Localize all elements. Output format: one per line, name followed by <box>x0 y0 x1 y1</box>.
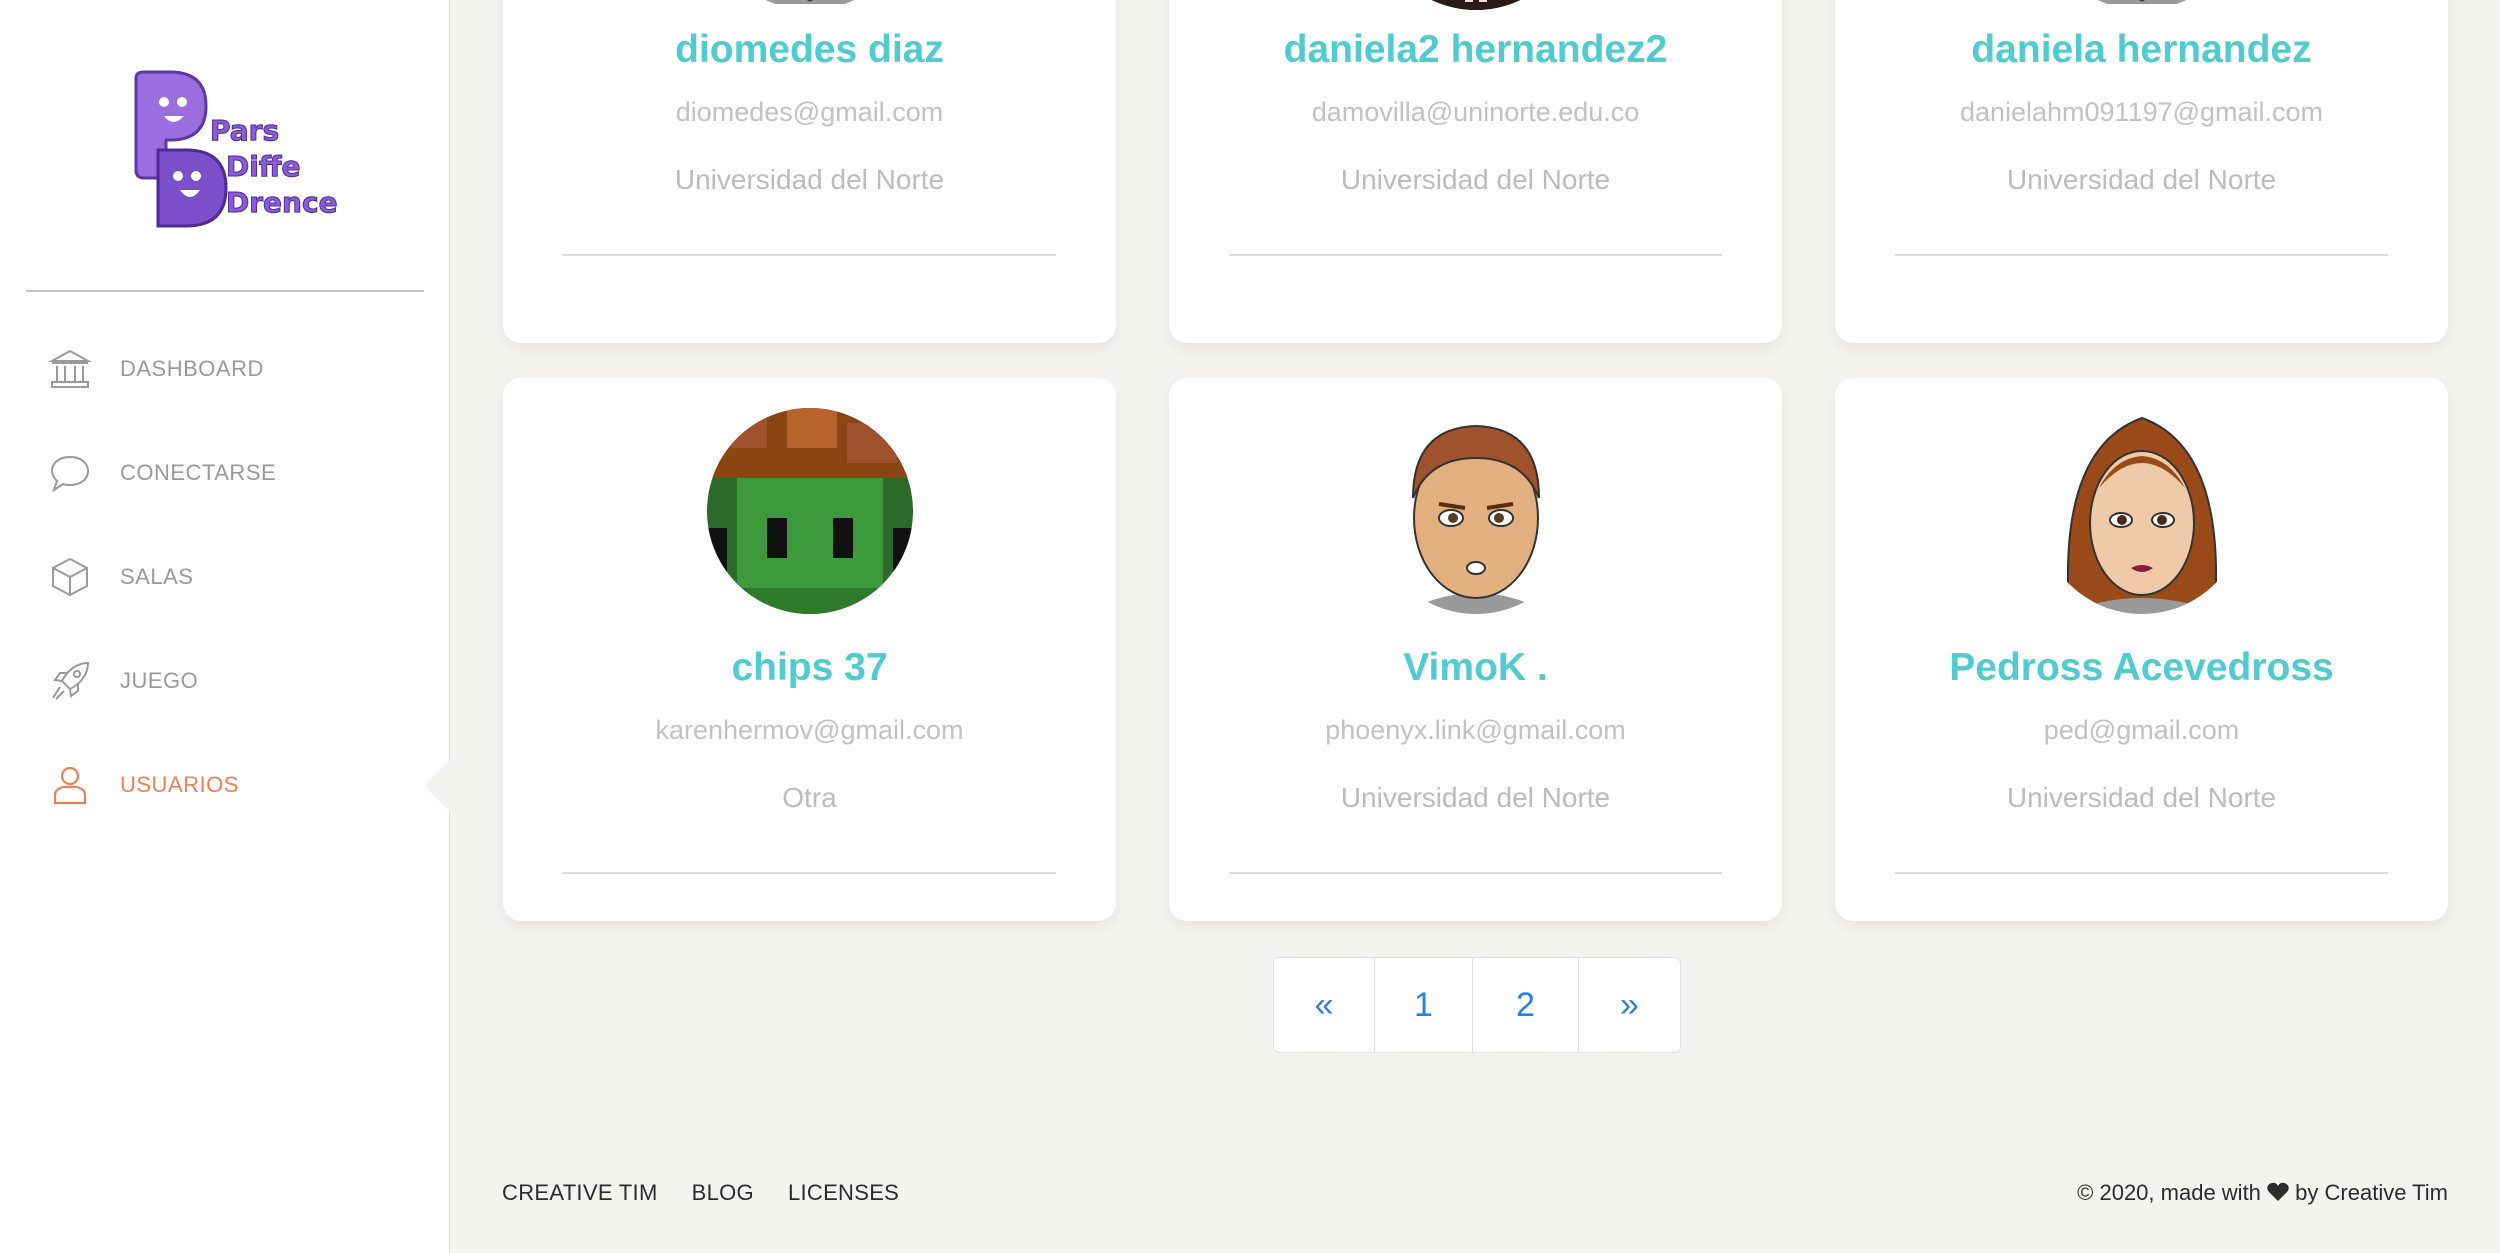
card-divider <box>1895 872 2388 874</box>
user-email: danielahm091197@gmail.com <box>1959 97 2324 127</box>
card-divider <box>563 254 1056 256</box>
user-organization: Otra <box>782 782 837 813</box>
user-card: VimoK . phoenyx.link@gmail.com Universid… <box>1169 378 1782 921</box>
user-organization: Universidad del Norte <box>2006 164 2277 195</box>
pixel-goblin-avatar <box>706 408 913 614</box>
user-card: daniela hernandez danielahm091197@gmail.… <box>1835 0 2448 343</box>
user-card: diomedes diaz diomedes@gmail.com Univers… <box>503 0 1116 343</box>
user-name: daniela hernandez <box>1971 28 2312 71</box>
cartoon-man-avatar <box>2038 0 2245 10</box>
user-name: diomedes diaz <box>675 28 944 71</box>
footer-nav: CREATIVE TIM BLOG LICENSES <box>502 1180 899 1206</box>
sidebar-item-label: JUEGO <box>120 668 199 693</box>
user-name: VimoK . <box>1403 646 1548 689</box>
footer-link-licenses[interactable]: LICENSES <box>788 1180 899 1206</box>
user-name: chips 37 <box>731 646 888 689</box>
logo-text-diffe: Diffe <box>226 150 301 183</box>
bank-icon <box>46 345 94 393</box>
user-name: Pedross Acevedross <box>1949 646 2334 689</box>
user-name: daniela2 hernandez2 <box>1283 28 1668 71</box>
card-divider <box>1895 254 2388 256</box>
user-organization: Universidad del Norte <box>2006 782 2277 813</box>
sidebar-divider <box>26 290 424 292</box>
user-email: phoenyx.link@gmail.com <box>1325 715 1626 745</box>
card-divider <box>563 872 1056 874</box>
sidebar-item-salas[interactable]: SALAS <box>46 547 193 607</box>
footer-link-creative-tim[interactable]: CREATIVE TIM <box>502 1180 658 1206</box>
user-organization: Universidad del Norte <box>674 164 945 195</box>
pagination-next-button[interactable]: » <box>1579 958 1680 1052</box>
sidebar-item-usuarios[interactable]: USUARIOS <box>46 755 239 815</box>
rocket-icon <box>46 657 94 705</box>
cube-icon <box>46 553 94 601</box>
card-divider <box>1229 872 1722 874</box>
copyright: © 2020, made with by Creative Tim <box>2077 1180 2448 1208</box>
cartoon-man-avatar <box>706 0 913 10</box>
pars-difference-logo[interactable]: Pars Diffe Drence <box>130 70 340 228</box>
pagination: « 1 2 » <box>1273 957 1681 1053</box>
copyright-prefix: © 2020, made with <box>2077 1180 2261 1205</box>
logo-text-pars: Pars <box>210 114 279 147</box>
chat-bubble-icon <box>46 449 94 497</box>
sidebar-item-dashboard[interactable]: DASHBOARD <box>46 339 264 399</box>
sidebar-item-label: USUARIOS <box>120 772 239 797</box>
sidebar-item-juego[interactable]: JUEGO <box>46 651 198 711</box>
card-divider <box>1229 254 1722 256</box>
footer-link-blog[interactable]: BLOG <box>692 1180 754 1206</box>
active-indicator <box>424 759 451 813</box>
user-card: chips 37 karenhermov@gmail.com Otra <box>503 378 1116 921</box>
pagination-page-1[interactable]: 1 <box>1375 958 1473 1052</box>
pagination-prev-button[interactable]: « <box>1274 958 1375 1052</box>
sidebar-item-conectarse[interactable]: CONECTARSE <box>46 443 276 503</box>
user-email: damovilla@uninorte.edu.co <box>1311 97 1640 127</box>
user-icon <box>46 761 94 809</box>
copyright-suffix: by Creative Tim <box>2295 1180 2448 1205</box>
user-email: diomedes@gmail.com <box>675 97 944 127</box>
sidebar-item-label: DASHBOARD <box>120 356 264 381</box>
sidebar-item-label: CONECTARSE <box>120 460 277 485</box>
cartoon-man-avatar <box>1372 408 1579 614</box>
user-card: Pedross Acevedross ped@gmail.com Univers… <box>1835 378 2448 921</box>
user-email: ped@gmail.com <box>2043 715 2240 745</box>
sidebar-item-label: SALAS <box>120 564 194 589</box>
sidebar: Pars Diffe Drence DASHBOARD CONECTARSE S… <box>0 0 450 1253</box>
pagination-page-2[interactable]: 2 <box>1473 958 1579 1052</box>
user-organization: Universidad del Norte <box>1340 782 1611 813</box>
cartoon-woman-avatar <box>2038 408 2245 614</box>
user-card: daniela2 hernandez2 damovilla@uninorte.e… <box>1169 0 1782 343</box>
user-email: karenhermov@gmail.com <box>655 715 964 745</box>
user-organization: Universidad del Norte <box>1340 164 1611 195</box>
dark-hair-avatar <box>1372 0 1579 10</box>
heart-icon <box>2267 1182 2289 1208</box>
logo-text-drence: Drence <box>226 186 338 219</box>
